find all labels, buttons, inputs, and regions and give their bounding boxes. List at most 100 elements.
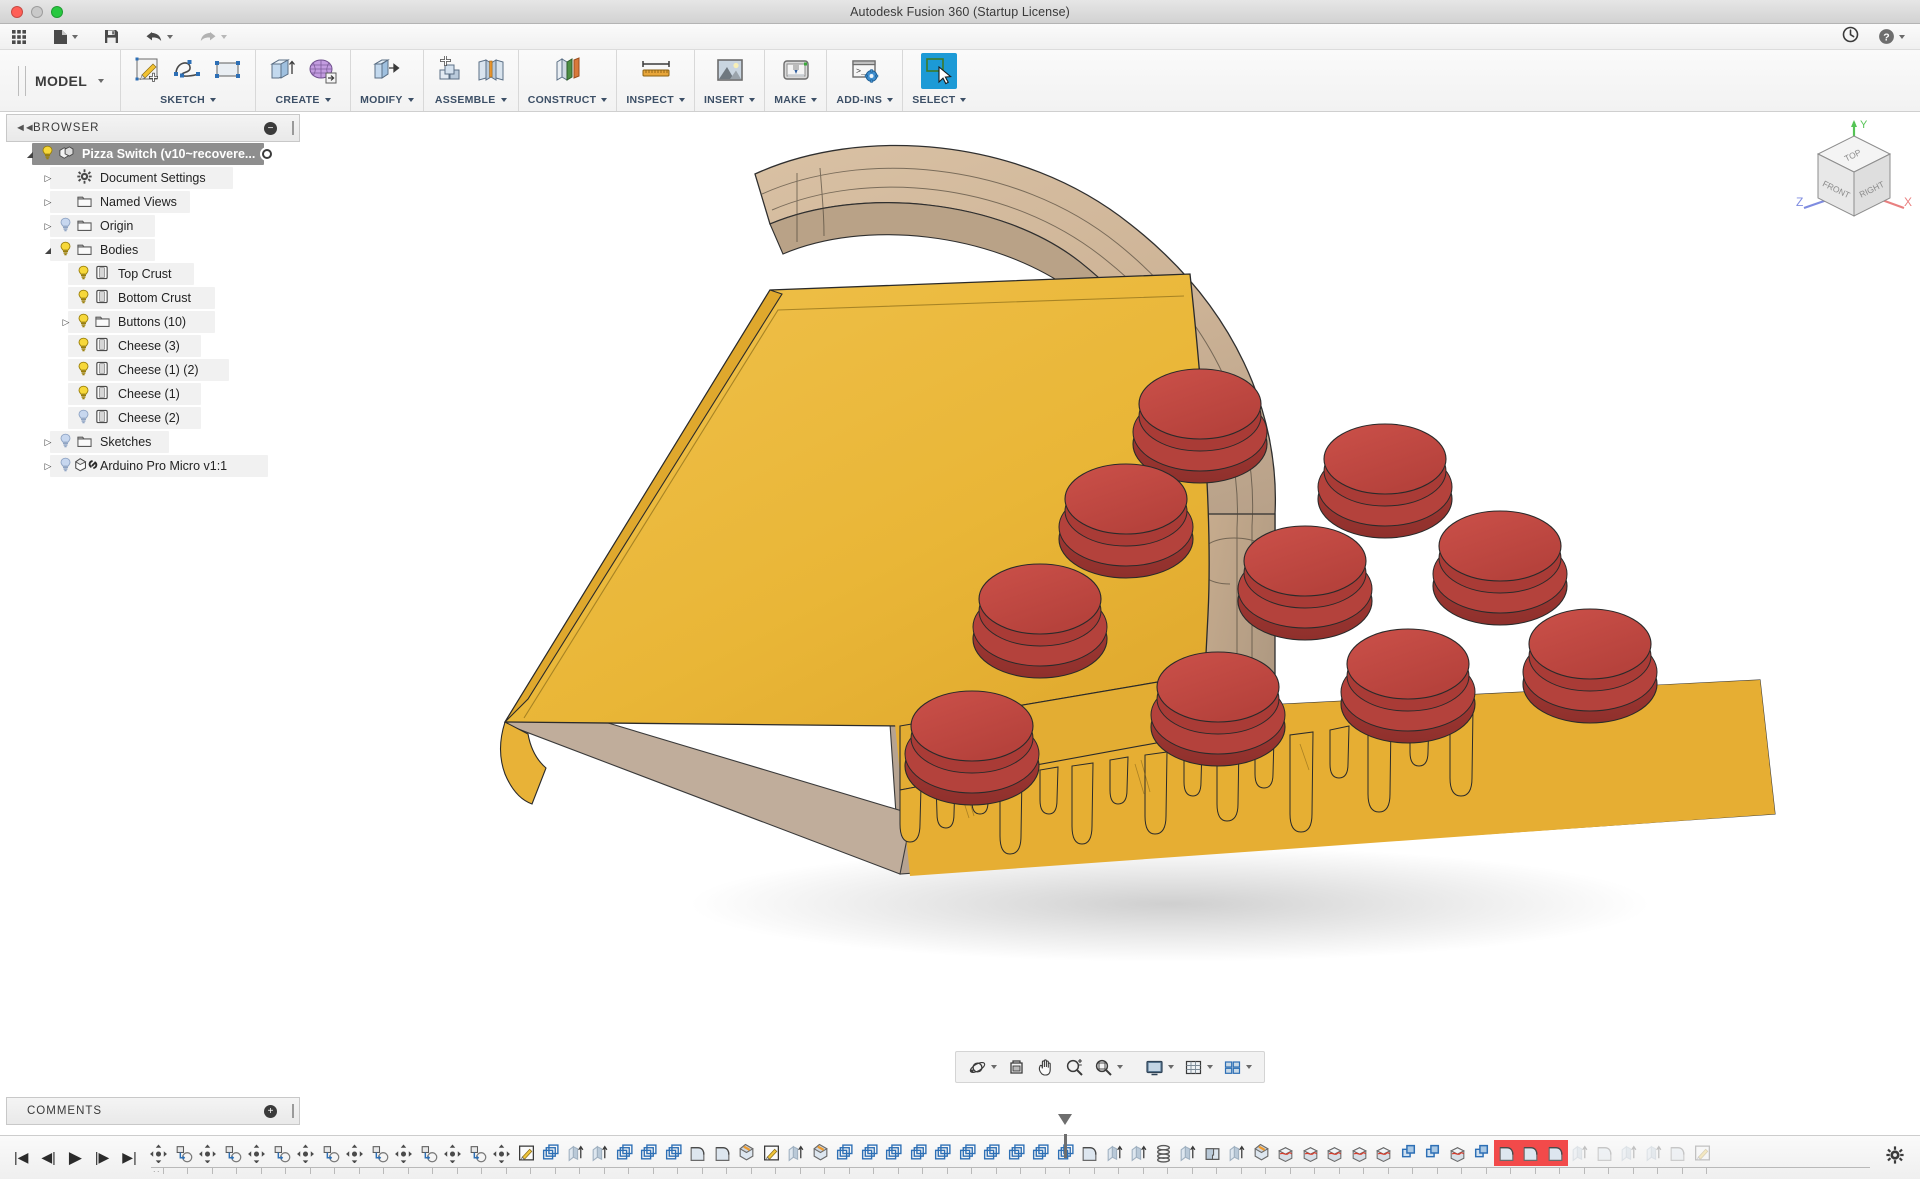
fit-button[interactable] [1090,1055,1127,1080]
timeline-feature-copy[interactable] [931,1140,956,1166]
help-button[interactable]: ? [1873,26,1910,48]
tree-expand-arrow[interactable] [58,317,74,328]
tree-expand-arrow[interactable] [40,245,56,255]
tree-node[interactable]: Bottom Crust [6,286,300,310]
timeline-feature-sculpt[interactable] [1347,1140,1372,1166]
ribbon-panel-make-label[interactable]: MAKE [774,94,818,106]
timeline-feature-fillet[interactable] [1078,1140,1103,1166]
timeline-feature-combine[interactable] [1396,1140,1421,1166]
ribbon-panel-select-label[interactable]: SELECT [912,94,967,106]
component-activate-radio[interactable] [260,147,274,161]
timeline-feature-combine[interactable] [1421,1140,1446,1166]
timeline-feature-chamfer[interactable] [1249,1140,1274,1166]
timeline-feature-fillet[interactable] [1543,1139,1568,1166]
timeline-feature-sculpt[interactable] [1372,1140,1397,1166]
timeline-feature-sculpt[interactable] [1298,1140,1323,1166]
timeline-feature-chamfer[interactable] [735,1140,760,1166]
timeline-feature-joint[interactable] [220,1140,245,1166]
timeline-feature-copy[interactable] [882,1140,907,1166]
timeline-feature-sketch[interactable] [759,1140,784,1166]
timeline-feature-extrude[interactable] [563,1140,588,1166]
visibility-bulb-icon[interactable] [58,217,73,232]
tree-node[interactable]: Cheese (2) [6,406,300,430]
timeline-feature-joint[interactable] [269,1140,294,1166]
collapse-left-icon[interactable]: ◄◄ [15,122,35,134]
timeline-feature-move[interactable] [294,1140,319,1166]
save-button[interactable] [99,26,124,48]
tree-expand-arrow[interactable] [40,461,56,472]
3d-print-button[interactable] [778,53,814,89]
visibility-bulb-icon[interactable] [76,409,91,424]
visibility-bulb-icon[interactable] [76,385,91,400]
app-grid-button[interactable] [6,26,32,48]
timeline-feature-sketch[interactable] [514,1140,539,1166]
grid-snaps-button[interactable] [1180,1055,1217,1080]
timeline-feature-move[interactable] [245,1140,270,1166]
spline-button[interactable] [170,53,206,89]
timeline-step-forward-button[interactable]: |▶ [95,1149,109,1166]
timeline-feature-move[interactable] [441,1140,466,1166]
ribbon-panel-create-label[interactable]: CREATE [275,94,331,106]
tree-node[interactable]: Cheese (1) [6,382,300,406]
ribbon-panel-construct-label[interactable]: CONSTRUCT [528,94,608,106]
timeline-feature-move[interactable] [392,1140,417,1166]
comments-add-button[interactable]: + [264,1104,277,1118]
ribbon-panel-insert-label[interactable]: INSERT [704,94,756,106]
tree-visibility-toggle[interactable] [56,457,74,475]
tree-visibility-toggle[interactable] [74,385,92,403]
display-settings-button[interactable] [1141,1055,1178,1080]
timeline-feature-copy[interactable] [1029,1140,1054,1166]
tree-node[interactable]: Arduino Pro Micro v1:1 [6,454,300,478]
undo-button[interactable] [140,26,178,48]
tree-visibility-toggle[interactable] [74,265,92,283]
tree-visibility-toggle[interactable] [56,217,74,235]
tree-node[interactable]: Buttons (10) [6,310,300,334]
3d-viewport[interactable]: Y Z X TOP FRONT RIGHT [300,114,1920,1097]
timeline-feature-fillet[interactable] [710,1140,735,1166]
ribbon-panel-sketch-label[interactable]: SKETCH [160,94,217,106]
timeline-feature-fillet[interactable] [1592,1140,1617,1166]
job-status-button[interactable] [1842,26,1859,48]
browser-minus-button[interactable]: − [264,121,277,135]
timeline-feature-copy[interactable] [906,1140,931,1166]
timeline-feature-copy[interactable] [1004,1140,1029,1166]
timeline-feature-combine[interactable] [1470,1140,1495,1166]
joint-button[interactable] [473,53,509,89]
insert-image-button[interactable] [712,53,748,89]
timeline-feature-sketch[interactable] [1690,1140,1715,1166]
timeline-feature-move[interactable] [343,1140,368,1166]
timeline-feature-joint[interactable] [416,1140,441,1166]
orbit-button[interactable] [964,1055,1001,1080]
timeline-feature-move[interactable] [147,1140,172,1166]
ribbon-panel-inspect-label[interactable]: INSPECT [626,94,685,106]
timeline-feature-move[interactable] [196,1140,221,1166]
timeline-step-back-button[interactable]: ◀| [41,1149,55,1166]
offset-plane-button[interactable] [550,53,586,89]
tree-node[interactable]: Named Views [6,190,300,214]
visibility-bulb-icon[interactable] [76,361,91,376]
timeline-feature-joint[interactable] [465,1140,490,1166]
tree-expand-arrow[interactable] [22,149,38,159]
timeline-feature-copy[interactable] [955,1140,980,1166]
tree-visibility-toggle[interactable] [74,313,92,331]
browser-resize-grip[interactable] [292,121,294,135]
tree-node[interactable]: Origin [6,214,300,238]
viewports-button[interactable] [1219,1055,1256,1080]
timeline-feature-extrude[interactable] [588,1140,613,1166]
timeline-feature-sculpt[interactable] [1323,1140,1348,1166]
visibility-bulb-icon[interactable] [58,241,73,256]
workspace-switcher[interactable]: MODEL [0,50,122,111]
comments-resize-grip[interactable] [292,1104,294,1118]
tree-visibility-toggle[interactable] [74,409,92,427]
create-form-button[interactable] [305,53,341,89]
tree-expand-arrow[interactable] [40,221,56,232]
pizza-slice-model[interactable] [300,114,1920,1097]
timeline-feature-extrude[interactable] [1102,1140,1127,1166]
timeline-feature-fillet[interactable] [1518,1139,1544,1166]
visibility-bulb-icon[interactable] [58,433,73,448]
tree-expand-arrow[interactable] [40,437,56,448]
timeline-feature-extrude[interactable] [1225,1140,1250,1166]
timeline-feature-copy[interactable] [980,1140,1005,1166]
extrude-button[interactable] [265,53,301,89]
timeline-settings-button[interactable] [1876,1146,1920,1169]
